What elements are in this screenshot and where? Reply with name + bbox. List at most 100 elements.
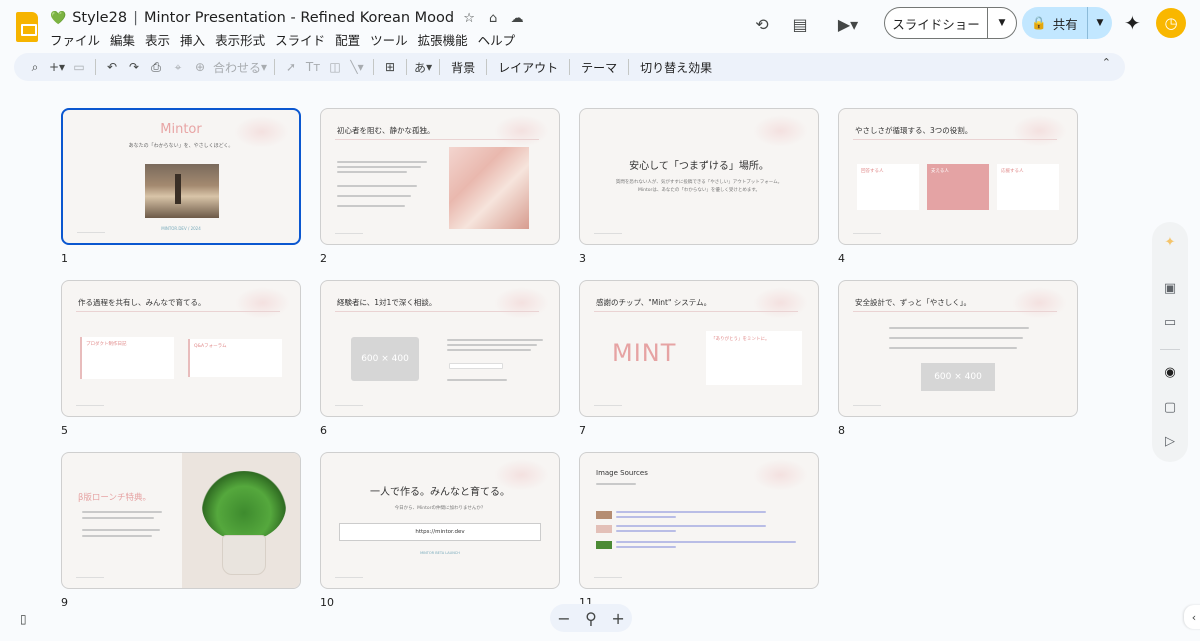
slide-number: 3: [579, 252, 586, 265]
footer-line: [594, 577, 622, 578]
slide-thumbnail[interactable]: 安心して「つまずける」場所。 質問を恐れない人が、気がすすに投稿できる「やさしい…: [579, 108, 819, 245]
slide-cell: やさしさが循環する、3つの役割。 回答する人 支える人 応援する人 4: [838, 108, 1078, 265]
slideshow-button[interactable]: スライドショー: [885, 8, 988, 38]
slide-thumbnail[interactable]: 経験者に、1対1で深く相談。 600 × 400: [320, 280, 560, 417]
toolbar-divider: [569, 59, 571, 75]
new-slide-layout-icon[interactable]: ▭: [68, 56, 90, 78]
zoom-in-button[interactable]: +: [611, 609, 624, 628]
slide-title: 経験者に、1対1で深く相談。: [337, 298, 437, 307]
toolbar-divider: [373, 59, 375, 75]
slides-logo-icon[interactable]: [16, 12, 38, 42]
interior-photo: [145, 164, 219, 218]
gemini-sparkle-icon[interactable]: ✦: [1124, 11, 1141, 35]
share-dropdown-icon[interactable]: ▼: [1088, 7, 1112, 39]
text-line: [889, 337, 1023, 339]
slide-thumbnail[interactable]: 一人で作る。みんなと育てる。 今日から、Mintorの仲間に加わりませんか？ h…: [320, 452, 560, 589]
feature-card: プロダクト制作日記: [80, 337, 174, 379]
slide-thumbnail[interactable]: Image Sources: [579, 452, 819, 589]
menu-extensions[interactable]: 拡張機能: [413, 30, 473, 49]
title-underline: [76, 311, 280, 312]
print-icon[interactable]: ⎙: [145, 56, 167, 78]
undo-icon[interactable]: ↶: [101, 56, 123, 78]
comments-icon[interactable]: ▤: [788, 12, 812, 36]
account-avatar[interactable]: ◷: [1156, 8, 1186, 38]
zoom-icon[interactable]: ⊕: [189, 56, 211, 78]
slide-thumbnail[interactable]: 感謝のチップ、"Mint" システム。 MINT 「ありがとう」をミントに。: [579, 280, 819, 417]
slide-thumbnail[interactable]: やさしさが循環する、3つの役割。 回答する人 支える人 応援する人: [838, 108, 1078, 245]
video-icon[interactable]: ▢: [1158, 395, 1182, 419]
slide-thumbnail[interactable]: 作る過程を共有し、みんなで育てる。 プロダクト制作日記 Q&Aフォーラム: [61, 280, 301, 417]
doc-title-separator: |: [133, 10, 138, 26]
add-comment-icon[interactable]: ⊞: [379, 56, 401, 78]
doc-title[interactable]: Mintor Presentation - Refined Korean Moo…: [144, 10, 454, 26]
slideshow-dropdown-icon[interactable]: ▼: [988, 8, 1016, 38]
collapse-toolbar-icon[interactable]: ⌃: [1102, 56, 1111, 69]
zoom-magnifier-icon[interactable]: ⚲: [585, 609, 597, 628]
slide-title: 安心して「つまずける」場所。: [629, 161, 769, 172]
slide-subtitle: 今日から、Mintorの仲間に加わりませんか？: [394, 506, 486, 511]
menu-edit[interactable]: 編集: [105, 30, 140, 49]
slide-cell: Image Sources 11: [579, 452, 819, 609]
record-icon[interactable]: ◉: [1158, 360, 1182, 384]
slide-caption: MINTOR.DEV / 2024: [161, 226, 201, 231]
menu-help[interactable]: ヘルプ: [473, 30, 521, 49]
text-line: [337, 205, 405, 207]
slide-title: Mintor: [160, 122, 202, 137]
keep-notes-icon[interactable]: ▣: [1158, 276, 1182, 300]
menu-slide[interactable]: スライド: [270, 30, 330, 49]
folder-icon[interactable]: ▭: [1158, 310, 1182, 334]
zoom-out-button[interactable]: −: [557, 609, 570, 628]
menu-tools[interactable]: ツール: [365, 30, 413, 49]
redo-icon[interactable]: ↷: [123, 56, 145, 78]
slide-thumbnail[interactable]: Mintor あなたの「わからない」を、やさしくほどく。 MINTOR.DEV …: [61, 108, 301, 245]
slide-thumbnail[interactable]: 安全設計で、ずっと「やさしく」。 600 × 400: [838, 280, 1078, 417]
menu-view[interactable]: 表示: [140, 30, 175, 49]
image-placeholder: 600 × 400: [351, 337, 419, 381]
share-button[interactable]: 🔒 共有: [1022, 7, 1088, 39]
footer-line: [335, 405, 363, 406]
zoom-fit-select[interactable]: 合わせる ▾: [211, 56, 269, 78]
image-icon[interactable]: ◫: [324, 56, 346, 78]
new-slide-icon[interactable]: +▾: [46, 56, 68, 78]
layout-button[interactable]: レイアウト: [492, 59, 564, 76]
text-line: [889, 347, 1017, 349]
filmstrip-toggle-icon[interactable]: ▯: [20, 612, 27, 626]
present-icon[interactable]: ▷: [1158, 429, 1182, 453]
lock-icon: 🔒: [1031, 15, 1047, 30]
slide-title: 安全設計で、ずっと「やさしく」。: [855, 298, 971, 307]
menu-insert[interactable]: 挿入: [175, 30, 210, 49]
menu-file[interactable]: ファイル: [50, 30, 105, 49]
slide-title: 初心者を阻む、静かな孤独。: [337, 126, 435, 135]
text-line: [82, 517, 154, 519]
menu-arrange[interactable]: 配置: [330, 30, 365, 49]
text-box-icon[interactable]: Tт: [302, 56, 324, 78]
text-line: [337, 166, 421, 168]
star-icon[interactable]: ☆: [460, 11, 478, 26]
version-history-icon[interactable]: ⟲: [750, 12, 774, 36]
search-menus-icon[interactable]: ⌕: [24, 56, 46, 78]
slides-app: 💚 Style28 | Mintor Presentation - Refine…: [0, 0, 1200, 641]
background-button[interactable]: 背景: [445, 59, 481, 76]
cloud-status-icon[interactable]: ☁: [508, 11, 526, 26]
slide-number: 10: [320, 596, 334, 609]
slide-title: 一人で作る。みんなと育てる。: [370, 487, 510, 498]
gemini-rail-icon[interactable]: ✦: [1158, 230, 1182, 254]
text-line: [447, 349, 531, 351]
title-underline: [335, 139, 539, 140]
toolbar-divider: [439, 59, 441, 75]
doc-title-prefix[interactable]: Style28: [72, 10, 127, 26]
chevron-left-icon[interactable]: ‹: [1184, 605, 1200, 629]
move-folder-icon[interactable]: ⌂: [484, 11, 502, 26]
menu-format[interactable]: 表示形式: [210, 30, 270, 49]
input-tools-select[interactable]: あ ▾: [412, 56, 434, 78]
footer-line: [853, 405, 881, 406]
grid-zoom-controls: − ⚲ +: [550, 604, 632, 632]
select-cursor-icon[interactable]: ➚: [280, 56, 302, 78]
slide-thumbnail[interactable]: β版ローンチ特典。: [61, 452, 301, 589]
theme-button[interactable]: テーマ: [575, 59, 623, 76]
slide-thumbnail[interactable]: 初心者を阻む、静かな孤独。: [320, 108, 560, 245]
line-icon[interactable]: ╲▾: [346, 56, 368, 78]
paint-format-icon[interactable]: ⌖: [167, 56, 189, 78]
meet-icon[interactable]: ▶▾: [830, 12, 866, 36]
transition-button[interactable]: 切り替え効果: [634, 59, 718, 76]
